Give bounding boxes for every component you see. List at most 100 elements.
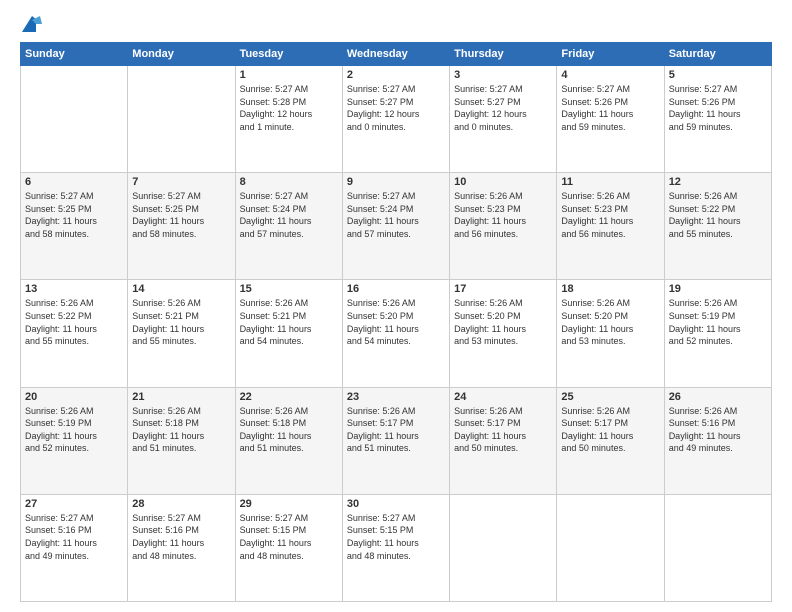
day-cell bbox=[128, 66, 235, 173]
day-number: 10 bbox=[454, 176, 552, 188]
day-number: 17 bbox=[454, 283, 552, 295]
day-cell: 12 Sunrise: 5:26 AM Sunset: 5:22 PM Dayli… bbox=[664, 173, 771, 280]
day-number: 25 bbox=[561, 391, 659, 403]
week-row-2: 13 Sunrise: 5:26 AM Sunset: 5:22 PM Dayli… bbox=[21, 280, 772, 387]
day-cell: 29 Sunrise: 5:27 AM Sunset: 5:15 PM Dayli… bbox=[235, 494, 342, 601]
day-number: 15 bbox=[240, 283, 338, 295]
day-number: 22 bbox=[240, 391, 338, 403]
day-cell: 26 Sunrise: 5:26 AM Sunset: 5:16 PM Dayli… bbox=[664, 387, 771, 494]
day-info: Sunrise: 5:27 AM Sunset: 5:24 PM Dayligh… bbox=[240, 190, 338, 240]
week-row-1: 6 Sunrise: 5:27 AM Sunset: 5:25 PM Daylig… bbox=[21, 173, 772, 280]
day-info: Sunrise: 5:27 AM Sunset: 5:27 PM Dayligh… bbox=[454, 83, 552, 133]
day-cell: 6Sunrise: 5:27 AM Sunset: 5:25 PM Daylig… bbox=[21, 173, 128, 280]
day-cell: 14Sunrise: 5:26 AM Sunset: 5:21 PM Dayli… bbox=[128, 280, 235, 387]
day-number: 1 bbox=[240, 69, 338, 81]
day-info: Sunrise: 5:26 AM Sunset: 5:21 PM Dayligh… bbox=[240, 297, 338, 347]
day-number: 4 bbox=[561, 69, 659, 81]
day-cell: 28 Sunrise: 5:27 AM Sunset: 5:16 PM Dayli… bbox=[128, 494, 235, 601]
weekday-header-sunday: Sunday bbox=[21, 43, 128, 66]
day-cell: 1 Sunrise: 5:27 AM Sunset: 5:28 PM Daylig… bbox=[235, 66, 342, 173]
day-cell: 20Sunrise: 5:26 AM Sunset: 5:19 PM Dayli… bbox=[21, 387, 128, 494]
day-info: Sunrise: 5:27 AM Sunset: 5:15 PM Dayligh… bbox=[240, 512, 338, 562]
day-number: 18 bbox=[561, 283, 659, 295]
logo-icon bbox=[22, 16, 42, 32]
day-number: 14 bbox=[132, 283, 230, 295]
day-cell: 2Sunrise: 5:27 AM Sunset: 5:27 PM Daylig… bbox=[342, 66, 449, 173]
day-info: Sunrise: 5:27 AM Sunset: 5:26 PM Dayligh… bbox=[669, 83, 767, 133]
weekday-header-friday: Friday bbox=[557, 43, 664, 66]
day-cell: 7 Sunrise: 5:27 AM Sunset: 5:25 PM Daylig… bbox=[128, 173, 235, 280]
weekday-header-monday: Monday bbox=[128, 43, 235, 66]
day-cell: 19Sunrise: 5:26 AM Sunset: 5:19 PM Dayli… bbox=[664, 280, 771, 387]
logo bbox=[20, 16, 42, 32]
day-cell: 17 Sunrise: 5:26 AM Sunset: 5:20 PM Dayli… bbox=[450, 280, 557, 387]
week-row-3: 20Sunrise: 5:26 AM Sunset: 5:19 PM Dayli… bbox=[21, 387, 772, 494]
day-info: Sunrise: 5:26 AM Sunset: 5:22 PM Dayligh… bbox=[25, 297, 123, 347]
day-cell: 15 Sunrise: 5:26 AM Sunset: 5:21 PM Dayli… bbox=[235, 280, 342, 387]
day-info: Sunrise: 5:26 AM Sunset: 5:17 PM Dayligh… bbox=[347, 405, 445, 455]
day-cell: 18 Sunrise: 5:26 AM Sunset: 5:20 PM Dayli… bbox=[557, 280, 664, 387]
day-cell bbox=[557, 494, 664, 601]
day-info: Sunrise: 5:26 AM Sunset: 5:23 PM Dayligh… bbox=[561, 190, 659, 240]
week-row-0: 1 Sunrise: 5:27 AM Sunset: 5:28 PM Daylig… bbox=[21, 66, 772, 173]
header bbox=[20, 16, 772, 32]
day-info: Sunrise: 5:27 AM Sunset: 5:16 PM Dayligh… bbox=[132, 512, 230, 562]
day-number: 3 bbox=[454, 69, 552, 81]
day-number: 12 bbox=[669, 176, 767, 188]
day-cell bbox=[450, 494, 557, 601]
day-number: 26 bbox=[669, 391, 767, 403]
day-info: Sunrise: 5:27 AM Sunset: 5:16 PM Dayligh… bbox=[25, 512, 123, 562]
day-number: 20 bbox=[25, 391, 123, 403]
day-info: Sunrise: 5:27 AM Sunset: 5:24 PM Dayligh… bbox=[347, 190, 445, 240]
day-cell: 27 Sunrise: 5:27 AM Sunset: 5:16 PM Dayli… bbox=[21, 494, 128, 601]
day-cell: 10 Sunrise: 5:26 AM Sunset: 5:23 PM Dayli… bbox=[450, 173, 557, 280]
day-cell: 23 Sunrise: 5:26 AM Sunset: 5:17 PM Dayli… bbox=[342, 387, 449, 494]
day-number: 24 bbox=[454, 391, 552, 403]
day-info: Sunrise: 5:26 AM Sunset: 5:16 PM Dayligh… bbox=[669, 405, 767, 455]
day-info: Sunrise: 5:26 AM Sunset: 5:22 PM Dayligh… bbox=[669, 190, 767, 240]
day-info: Sunrise: 5:26 AM Sunset: 5:20 PM Dayligh… bbox=[561, 297, 659, 347]
day-cell: 24 Sunrise: 5:26 AM Sunset: 5:17 PM Dayli… bbox=[450, 387, 557, 494]
week-row-4: 27 Sunrise: 5:27 AM Sunset: 5:16 PM Dayli… bbox=[21, 494, 772, 601]
day-info: Sunrise: 5:26 AM Sunset: 5:19 PM Dayligh… bbox=[669, 297, 767, 347]
day-cell: 8 Sunrise: 5:27 AM Sunset: 5:24 PM Daylig… bbox=[235, 173, 342, 280]
day-info: Sunrise: 5:27 AM Sunset: 5:28 PM Dayligh… bbox=[240, 83, 338, 133]
day-number: 27 bbox=[25, 498, 123, 510]
day-cell: 13 Sunrise: 5:26 AM Sunset: 5:22 PM Dayli… bbox=[21, 280, 128, 387]
page: SundayMondayTuesdayWednesdayThursdayFrid… bbox=[0, 0, 792, 612]
day-cell: 21Sunrise: 5:26 AM Sunset: 5:18 PM Dayli… bbox=[128, 387, 235, 494]
day-number: 5 bbox=[669, 69, 767, 81]
day-cell: 16Sunrise: 5:26 AM Sunset: 5:20 PM Dayli… bbox=[342, 280, 449, 387]
day-cell: 4 Sunrise: 5:27 AM Sunset: 5:26 PM Daylig… bbox=[557, 66, 664, 173]
day-number: 23 bbox=[347, 391, 445, 403]
day-number: 28 bbox=[132, 498, 230, 510]
day-cell bbox=[21, 66, 128, 173]
weekday-header-wednesday: Wednesday bbox=[342, 43, 449, 66]
day-cell: 9Sunrise: 5:27 AM Sunset: 5:24 PM Daylig… bbox=[342, 173, 449, 280]
day-number: 7 bbox=[132, 176, 230, 188]
day-number: 11 bbox=[561, 176, 659, 188]
day-cell: 30Sunrise: 5:27 AM Sunset: 5:15 PM Dayli… bbox=[342, 494, 449, 601]
weekday-header-row: SundayMondayTuesdayWednesdayThursdayFrid… bbox=[21, 43, 772, 66]
day-cell: 3 Sunrise: 5:27 AM Sunset: 5:27 PM Daylig… bbox=[450, 66, 557, 173]
day-info: Sunrise: 5:26 AM Sunset: 5:23 PM Dayligh… bbox=[454, 190, 552, 240]
day-info: Sunrise: 5:27 AM Sunset: 5:26 PM Dayligh… bbox=[561, 83, 659, 133]
calendar: SundayMondayTuesdayWednesdayThursdayFrid… bbox=[20, 42, 772, 602]
day-cell: 22 Sunrise: 5:26 AM Sunset: 5:18 PM Dayli… bbox=[235, 387, 342, 494]
day-number: 29 bbox=[240, 498, 338, 510]
day-number: 6 bbox=[25, 176, 123, 188]
day-cell: 5 Sunrise: 5:27 AM Sunset: 5:26 PM Daylig… bbox=[664, 66, 771, 173]
day-cell: 11 Sunrise: 5:26 AM Sunset: 5:23 PM Dayli… bbox=[557, 173, 664, 280]
day-info: Sunrise: 5:27 AM Sunset: 5:25 PM Dayligh… bbox=[132, 190, 230, 240]
day-info: Sunrise: 5:26 AM Sunset: 5:17 PM Dayligh… bbox=[454, 405, 552, 455]
weekday-header-tuesday: Tuesday bbox=[235, 43, 342, 66]
day-number: 30 bbox=[347, 498, 445, 510]
day-info: Sunrise: 5:26 AM Sunset: 5:20 PM Dayligh… bbox=[454, 297, 552, 347]
day-number: 16 bbox=[347, 283, 445, 295]
day-info: Sunrise: 5:26 AM Sunset: 5:18 PM Dayligh… bbox=[240, 405, 338, 455]
day-number: 8 bbox=[240, 176, 338, 188]
weekday-header-thursday: Thursday bbox=[450, 43, 557, 66]
day-cell bbox=[664, 494, 771, 601]
day-number: 13 bbox=[25, 283, 123, 295]
day-info: Sunrise: 5:26 AM Sunset: 5:18 PM Dayligh… bbox=[132, 405, 230, 455]
